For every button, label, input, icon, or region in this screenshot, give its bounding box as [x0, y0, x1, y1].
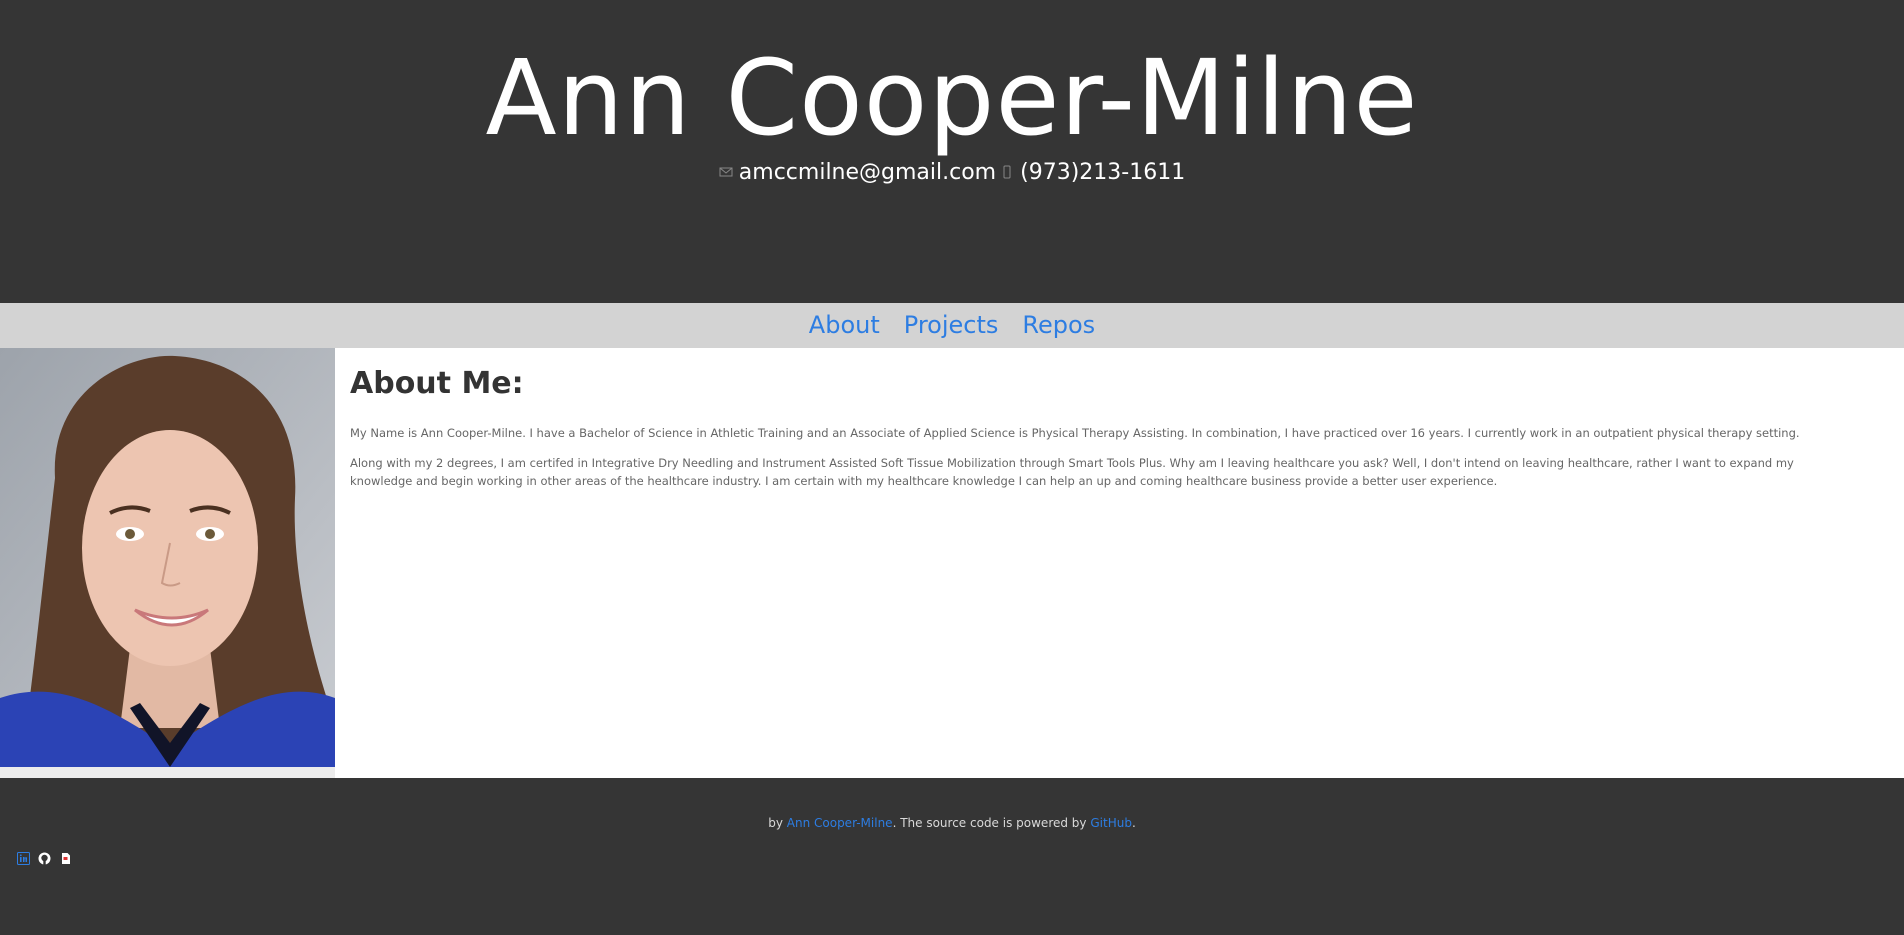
footer-credit: by Ann Cooper-Milne. The source code is … [0, 816, 1904, 830]
social-links [17, 850, 72, 865]
about-paragraph: My Name is Ann Cooper-Milne. I have a Ba… [350, 426, 1800, 440]
envelope-icon [719, 160, 733, 176]
contact-info: amccmilne@gmail.com (973)213-1611 [0, 160, 1904, 185]
nav-item-about[interactable]: About [809, 303, 880, 348]
github-link[interactable]: GitHub [1090, 816, 1132, 830]
about-section: About Me: My Name is Ann Cooper-Milne. I… [0, 348, 1904, 778]
nav-item-projects[interactable]: Projects [904, 303, 999, 348]
linkedin-icon[interactable] [17, 850, 30, 865]
credit-powered: . The source code is powered by [892, 816, 1087, 830]
mobile-phone-icon [1000, 160, 1014, 178]
phone-text[interactable]: (973)213-1611 [1020, 160, 1185, 185]
resume-icon[interactable] [59, 850, 72, 864]
site-footer: by Ann Cooper-Milne. The source code is … [0, 778, 1904, 935]
author-link[interactable]: Ann Cooper-Milne [787, 816, 893, 830]
credit-period: . [1131, 816, 1136, 830]
about-heading: About Me: [350, 366, 524, 401]
profile-photo [0, 348, 335, 767]
site-title: Ann Cooper-Milne [485, 37, 1419, 159]
about-content: About Me: My Name is Ann Cooper-Milne. I… [350, 366, 1850, 502]
nav-item-repos[interactable]: Repos [1022, 303, 1095, 348]
site-header: Ann Cooper-Milne amccmilne@gmail.com (97… [0, 0, 1904, 303]
credit-by: by [768, 816, 783, 830]
email-item[interactable]: amccmilne@gmail.com [719, 160, 996, 185]
photo-divider [0, 767, 335, 778]
github-icon[interactable] [38, 850, 51, 865]
phone-item[interactable]: (973)213-1611 [1000, 160, 1185, 185]
about-paragraph: Along with my 2 degrees, I am certifed i… [350, 456, 1794, 488]
main-nav: About Projects Repos [0, 303, 1904, 348]
email-text[interactable]: amccmilne@gmail.com [739, 160, 996, 185]
